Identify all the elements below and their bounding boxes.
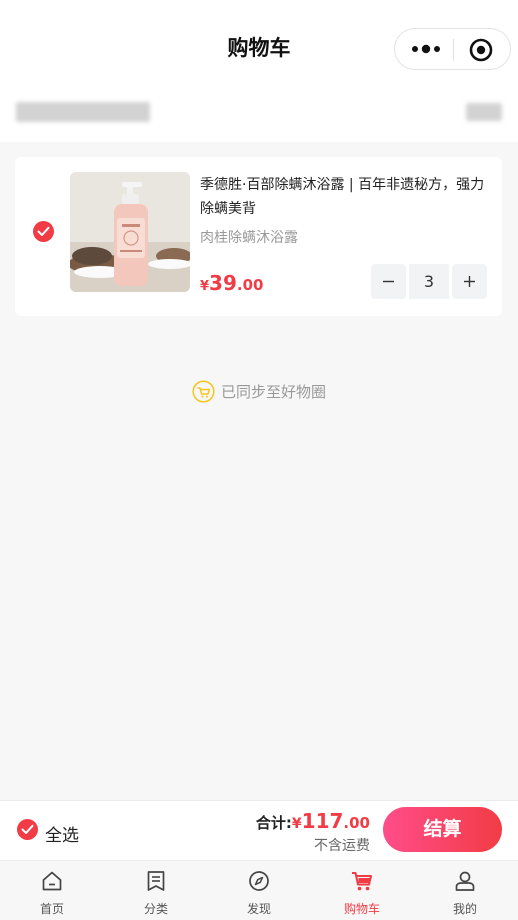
tab-cart[interactable]: 购物车: [310, 861, 414, 920]
tab-label: 分类: [143, 902, 168, 916]
checkmark-icon: [37, 226, 50, 236]
capsule-divider: [453, 39, 454, 61]
more-dots-icon[interactable]: [411, 41, 441, 57]
plus-icon: [464, 276, 475, 287]
total-amount: 合计:¥117.00: [256, 809, 370, 833]
decrease-button[interactable]: [371, 264, 406, 299]
price-decimal: .00: [236, 276, 264, 294]
product-spec: 肉桂除螨沐浴露: [200, 230, 298, 246]
price-currency: ¥: [200, 279, 210, 294]
compass-icon: [249, 871, 269, 891]
tab-bar: 首页 分类 发现 购物车 我的: [0, 860, 518, 920]
checkout-bar: 全选 合计:¥117.00 不含运费 结算: [0, 800, 518, 860]
sync-notice[interactable]: 已同步至好物圈: [0, 380, 518, 404]
target-circle-icon[interactable]: [469, 38, 493, 62]
total-integer: 117: [301, 809, 344, 833]
price-integer: 39: [209, 271, 237, 295]
total-currency: ¥: [291, 816, 302, 832]
increase-button[interactable]: [452, 264, 487, 299]
tab-profile[interactable]: 我的: [413, 861, 517, 920]
navigation-bar: 购物车: [0, 0, 518, 98]
cart-item: 季德胜·百部除螨沐浴露 | 百年非遗秘方，强力除螨美背 肉桂除螨沐浴露 ¥39.…: [15, 157, 502, 316]
quantity-stepper: 3: [371, 264, 487, 299]
total-label: 合计:: [255, 814, 292, 832]
cart-icon: [352, 872, 372, 891]
tab-discover[interactable]: 发现: [207, 861, 311, 920]
store-name-blurred: [16, 102, 150, 122]
product-image[interactable]: [70, 172, 190, 292]
sync-text: 已同步至好物圈: [220, 383, 326, 401]
select-all-label[interactable]: 全选: [45, 821, 79, 846]
item-price: ¥39.00: [200, 271, 263, 295]
item-checkbox[interactable]: [33, 221, 54, 242]
goods-circle-icon: [192, 380, 215, 403]
home-icon: [42, 871, 62, 891]
user-icon: [455, 871, 475, 891]
shipping-note: 不含运费: [314, 838, 370, 854]
tab-label: 发现: [246, 902, 271, 916]
tab-category[interactable]: 分类: [104, 861, 208, 920]
store-header[interactable]: [0, 96, 518, 142]
category-icon: [147, 871, 165, 891]
edit-button-blurred[interactable]: [466, 103, 502, 121]
tab-label: 首页: [39, 902, 64, 916]
checkmark-icon: [21, 824, 34, 834]
checkout-button[interactable]: 结算: [383, 807, 502, 852]
total-decimal: .00: [343, 814, 370, 832]
tab-label: 我的: [452, 902, 477, 916]
minus-icon: [383, 280, 394, 283]
quantity-value[interactable]: 3: [409, 264, 449, 299]
tab-home[interactable]: 首页: [0, 861, 104, 920]
tab-label: 购物车: [343, 902, 380, 916]
mini-program-capsule: [394, 28, 511, 70]
product-title[interactable]: 季德胜·百部除螨沐浴露 | 百年非遗秘方，强力除螨美背: [200, 173, 490, 221]
select-all-checkbox[interactable]: [17, 819, 38, 840]
